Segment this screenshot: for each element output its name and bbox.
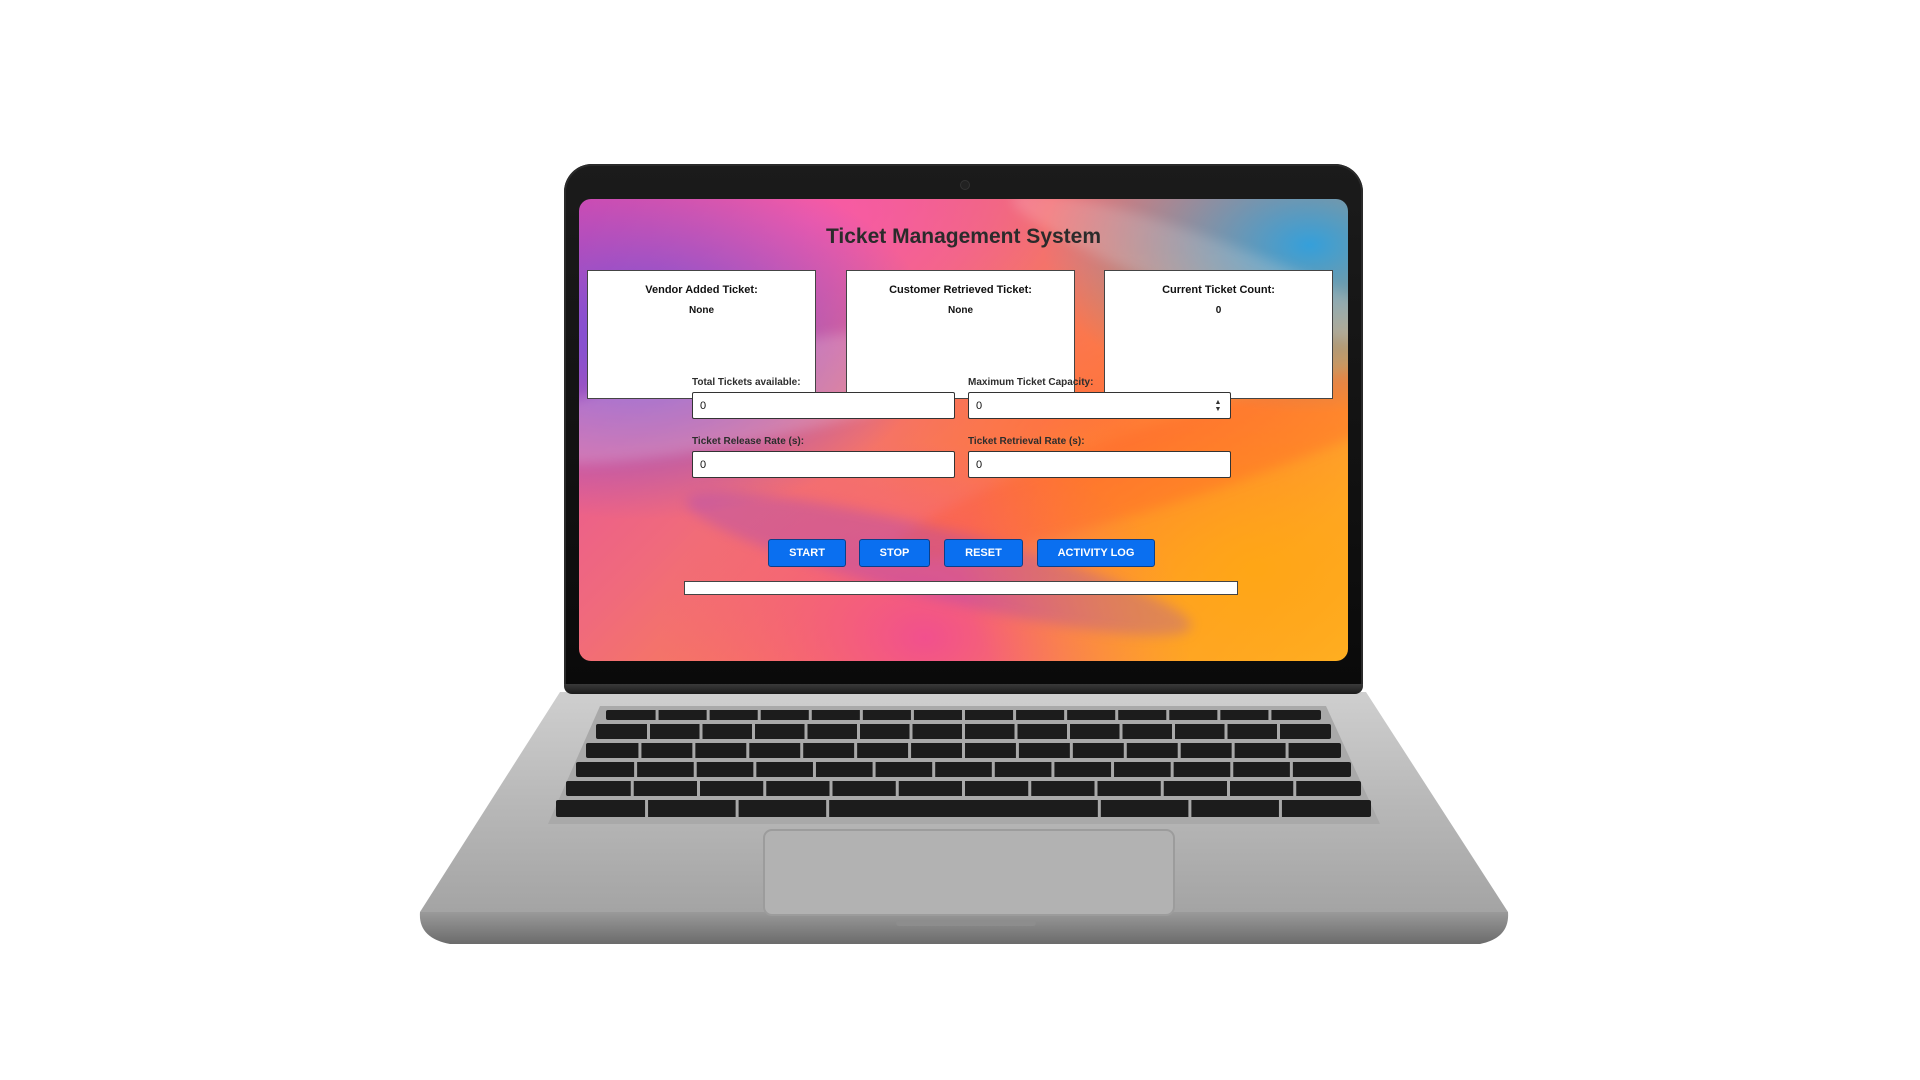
stop-button[interactable]: STOP [859, 539, 930, 567]
vendor-added-ticket-label: Vendor Added Ticket: [645, 284, 758, 296]
stepper-arrows-icon[interactable]: ▲ ▼ [1213, 399, 1223, 413]
customer-retrieved-ticket-label: Customer Retrieved Ticket: [889, 284, 1032, 296]
trackpad [763, 829, 1175, 916]
current-ticket-count-value: 0 [1215, 305, 1222, 316]
total-tickets-input[interactable] [692, 392, 955, 419]
page-title: Ticket Management System [825, 225, 1102, 248]
laptop-hinge [564, 684, 1363, 694]
ticket-retrieval-rate-label: Ticket Retrieval Rate (s): [968, 436, 1085, 447]
vendor-added-ticket-value: None [689, 305, 714, 316]
customer-retrieved-ticket-value: None [948, 305, 973, 316]
current-ticket-count-panel: Current Ticket Count: 0 [1104, 270, 1333, 399]
ticket-release-rate-label: Ticket Release Rate (s): [692, 436, 805, 447]
ticket-retrieval-rate-input[interactable] [968, 451, 1231, 478]
current-ticket-count-label: Current Ticket Count: [1162, 284, 1275, 296]
ticket-release-rate-input[interactable] [692, 451, 955, 478]
desktop-stage: Ticket Management System Vendor Added Ti… [0, 0, 1920, 1080]
deck-notch [896, 920, 1036, 926]
activity-log-button[interactable]: ACTIVITY LOG [1037, 539, 1155, 567]
max-ticket-capacity-label: Maximum Ticket Capacity: [968, 377, 1094, 388]
app-screen: Ticket Management System Vendor Added Ti… [579, 199, 1348, 661]
key-row-6 [556, 800, 1371, 817]
webcam-icon [961, 181, 969, 189]
max-ticket-capacity-input[interactable] [968, 392, 1231, 419]
progress-bar [684, 581, 1238, 595]
deck-front-lip [419, 912, 1509, 944]
start-button[interactable]: START [768, 539, 846, 567]
key-row-4 [576, 762, 1351, 777]
total-tickets-label: Total Tickets available: [692, 377, 801, 388]
reset-button[interactable]: RESET [944, 539, 1023, 567]
